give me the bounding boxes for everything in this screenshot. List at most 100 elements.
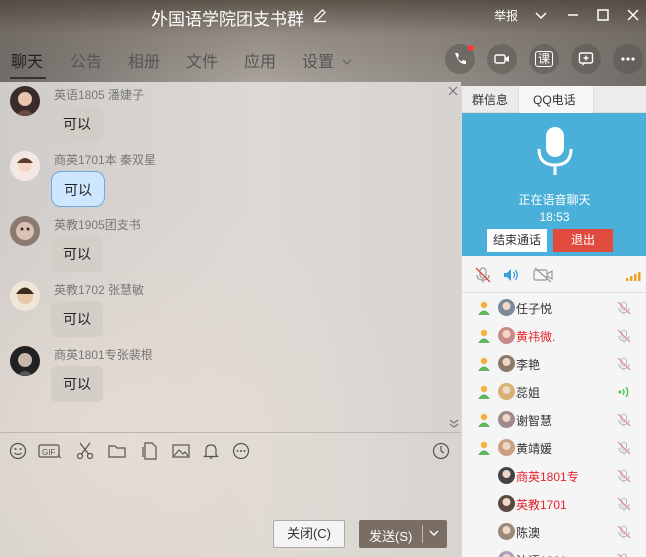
send-button[interactable]: 发送(S)	[359, 520, 447, 548]
end-call-button[interactable]: 结束通话	[487, 229, 547, 252]
video-call-button[interactable]	[487, 44, 517, 74]
message-bubble: 可以	[51, 301, 103, 337]
microphone-muted-icon	[617, 553, 628, 557]
speaker-icon[interactable]	[502, 266, 520, 284]
avatar[interactable]	[498, 327, 515, 344]
member-row[interactable]: 蕊姐	[462, 378, 646, 406]
minimize-icon[interactable]	[563, 5, 583, 25]
message-input-area[interactable]: GIF 关闭(C) 发送(S)	[0, 432, 461, 557]
member-row[interactable]: 法语1801	[462, 546, 646, 557]
member-row[interactable]: 黄祎微.	[462, 322, 646, 350]
more-icon	[621, 57, 635, 61]
report-link[interactable]: 举报	[494, 7, 518, 24]
more-button[interactable]	[613, 44, 643, 74]
chat-message-list[interactable]: 英语1805 潘婕子 可以 商英1701本 秦双星 可以 英教1905团支书 可…	[0, 82, 461, 432]
folder-icon[interactable]	[107, 441, 127, 461]
avatar[interactable]	[498, 495, 515, 512]
message-bubble: 可以	[51, 366, 103, 402]
sender-name[interactable]: 商英1701本 秦双星	[54, 151, 156, 168]
edit-icon[interactable]	[312, 7, 328, 23]
svg-text:GIF: GIF	[42, 448, 55, 457]
right-panel-tabs: 群信息 QQ电话	[462, 86, 646, 113]
member-row[interactable]: 商英1801专	[462, 462, 646, 490]
avatar[interactable]	[10, 281, 40, 311]
member-row[interactable]: 李艳	[462, 350, 646, 378]
tab-qq-call[interactable]: QQ电话	[518, 86, 594, 113]
microphone-muted-icon	[617, 497, 631, 511]
tab-files[interactable]: 文件	[186, 48, 218, 72]
add-app-button[interactable]	[571, 44, 601, 74]
user-icon	[478, 329, 490, 343]
avatar[interactable]	[498, 523, 515, 540]
microphone-muted-icon	[617, 413, 631, 427]
avatar[interactable]	[10, 216, 40, 246]
avatar[interactable]	[498, 551, 515, 557]
chevron-down-icon[interactable]	[531, 5, 551, 25]
tab-album[interactable]: 相册	[128, 48, 160, 72]
avatar[interactable]	[10, 86, 40, 116]
member-row[interactable]: 黄靖媛	[462, 434, 646, 462]
tab-group-info[interactable]: 群信息	[472, 91, 508, 108]
user-icon	[478, 413, 490, 427]
document-icon[interactable]	[140, 441, 160, 461]
avatar[interactable]	[10, 151, 40, 181]
chevron-down-icon[interactable]	[427, 526, 441, 540]
voice-chat-panel: 正在语音聊天 18:53 结束通话 退出	[462, 113, 646, 256]
class-button[interactable]: 课	[529, 44, 559, 74]
tab-qq-call-label: QQ电话	[533, 93, 576, 107]
microphone-muted-icon	[617, 329, 631, 343]
avatar[interactable]	[498, 383, 515, 400]
image-icon[interactable]	[171, 441, 191, 461]
chevron-down-icon[interactable]	[341, 56, 353, 68]
camera-off-icon[interactable]	[532, 266, 554, 284]
exit-button[interactable]: 退出	[553, 229, 613, 252]
avatar[interactable]	[498, 467, 515, 484]
close-button[interactable]: 关闭(C)	[273, 520, 345, 548]
tab-announcement[interactable]: 公告	[70, 48, 102, 72]
chevron-down-icon[interactable]	[448, 418, 460, 428]
member-name: 商英1801专	[516, 470, 579, 484]
sender-name[interactable]: 英语1805 潘婕子	[54, 86, 144, 103]
chat-message: 英教1905团支书 可以	[10, 216, 450, 276]
maximize-icon[interactable]	[593, 5, 613, 25]
scissors-icon[interactable]	[75, 441, 95, 461]
title-bar: 外国语学院团支书群 举报	[0, 0, 646, 34]
close-icon[interactable]	[448, 86, 458, 96]
user-icon	[478, 301, 490, 315]
close-icon[interactable]	[623, 5, 643, 25]
sender-name[interactable]: 商英1801专张裴根	[54, 346, 153, 363]
member-row[interactable]: 英教1701	[462, 490, 646, 518]
bell-icon[interactable]	[201, 441, 221, 461]
chat-message: 英语1805 潘婕子 可以	[10, 86, 450, 146]
member-name: 陈澳	[516, 526, 541, 540]
clock-icon[interactable]	[431, 441, 451, 461]
emoji-icon[interactable]	[8, 441, 28, 461]
member-row[interactable]: 陈澳	[462, 518, 646, 546]
member-row[interactable]: 任子悦	[462, 294, 646, 322]
tab-apps[interactable]: 应用	[244, 48, 276, 72]
avatar[interactable]	[498, 411, 515, 428]
sender-name[interactable]: 英教1702 张慧敏	[54, 281, 144, 298]
sender-name[interactable]: 英教1905团支书	[54, 216, 141, 233]
avatar[interactable]	[498, 299, 515, 316]
avatar[interactable]	[10, 346, 40, 376]
divider	[422, 525, 423, 543]
voice-timer: 18:53	[539, 210, 570, 224]
tab-settings[interactable]: 设置	[302, 48, 334, 72]
tab-chat[interactable]: 聊天	[11, 48, 43, 72]
microphone-muted-icon	[617, 357, 631, 371]
member-name: 蕊姐	[516, 386, 541, 400]
phone-call-button[interactable]	[445, 44, 475, 74]
user-icon	[478, 385, 490, 399]
avatar[interactable]	[498, 439, 515, 456]
active-tab-indicator	[10, 77, 46, 79]
member-name: 英教1701	[516, 498, 567, 512]
right-panel: 群信息 QQ电话 正在语音聊天 18:53 结束通话 退出 任子悦 黄祎微. 李…	[461, 86, 646, 557]
avatar[interactable]	[498, 355, 515, 372]
more-icon[interactable]	[231, 441, 251, 461]
member-row[interactable]: 谢智慧	[462, 406, 646, 434]
gif-icon[interactable]: GIF	[38, 441, 62, 461]
microphone-muted-icon	[617, 301, 631, 315]
member-name: 法语1801	[516, 552, 567, 557]
microphone-muted-icon[interactable]	[474, 266, 492, 284]
